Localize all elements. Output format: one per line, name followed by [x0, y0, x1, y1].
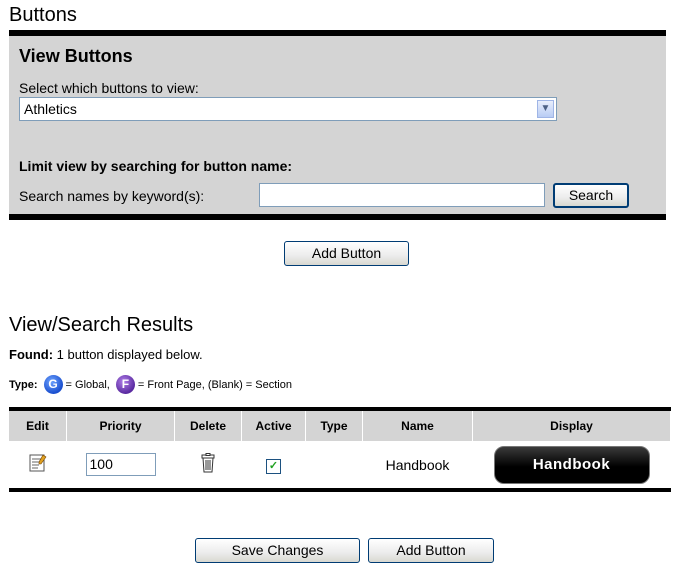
- global-legend-text: = Global,: [65, 378, 110, 391]
- display-cell: Handbook: [473, 441, 671, 488]
- active-cell: ✓: [242, 441, 306, 488]
- limit-heading: Limit view by searching for button name:: [19, 158, 293, 174]
- front-page-icon: F: [115, 375, 135, 394]
- header-type: Type: [305, 411, 363, 441]
- priority-cell: 100: [67, 441, 175, 488]
- edit-icon[interactable]: [28, 453, 48, 473]
- header-name: Name: [362, 411, 473, 441]
- results-table: Edit Priority Delete Active Type Name Di…: [9, 407, 671, 492]
- type-cell: [306, 441, 363, 488]
- select-value: Athletics: [24, 101, 77, 117]
- add-button-top[interactable]: Add Button: [284, 241, 409, 266]
- button-category-select[interactable]: Athletics ▼: [19, 97, 557, 121]
- header-display: Display: [472, 411, 671, 441]
- select-label: Select which buttons to view:: [19, 80, 199, 96]
- header-priority: Priority: [66, 411, 175, 441]
- view-buttons-panel: View Buttons Select which buttons to vie…: [9, 30, 666, 220]
- search-button[interactable]: Search: [553, 183, 629, 208]
- global-icon: G: [43, 375, 63, 394]
- type-legend: Type: G = Global, F = Front Page, (Blank…: [9, 375, 292, 394]
- save-changes-button[interactable]: Save Changes: [195, 538, 360, 563]
- chevron-down-icon[interactable]: ▼: [537, 100, 554, 118]
- search-input[interactable]: [259, 183, 545, 207]
- header-delete: Delete: [174, 411, 242, 441]
- header-active: Active: [241, 411, 306, 441]
- name-cell: Handbook: [385, 456, 450, 473]
- search-label: Search names by keyword(s):: [19, 188, 205, 204]
- priority-input[interactable]: 100: [85, 453, 156, 476]
- delete-cell: [175, 441, 242, 488]
- front-legend-text: = Front Page, (Blank) = Section: [137, 378, 292, 391]
- panel-title: View Buttons: [19, 46, 133, 66]
- found-label: Found:: [9, 347, 54, 362]
- results-title: View/Search Results: [9, 314, 194, 336]
- header-edit: Edit: [9, 411, 67, 441]
- trash-icon[interactable]: [200, 453, 216, 473]
- type-label: Type:: [9, 378, 38, 391]
- edit-cell: [9, 441, 67, 488]
- active-checkbox[interactable]: ✓: [266, 458, 281, 474]
- add-button-bottom[interactable]: Add Button: [368, 538, 494, 563]
- button-preview: Handbook: [493, 445, 650, 484]
- page-title: Buttons: [9, 4, 77, 26]
- found-text: Found: 1 button displayed below.: [9, 347, 203, 362]
- found-value: 1 button displayed below.: [56, 347, 203, 362]
- table-row: 100 ✓ Handbook Handbook: [9, 441, 671, 488]
